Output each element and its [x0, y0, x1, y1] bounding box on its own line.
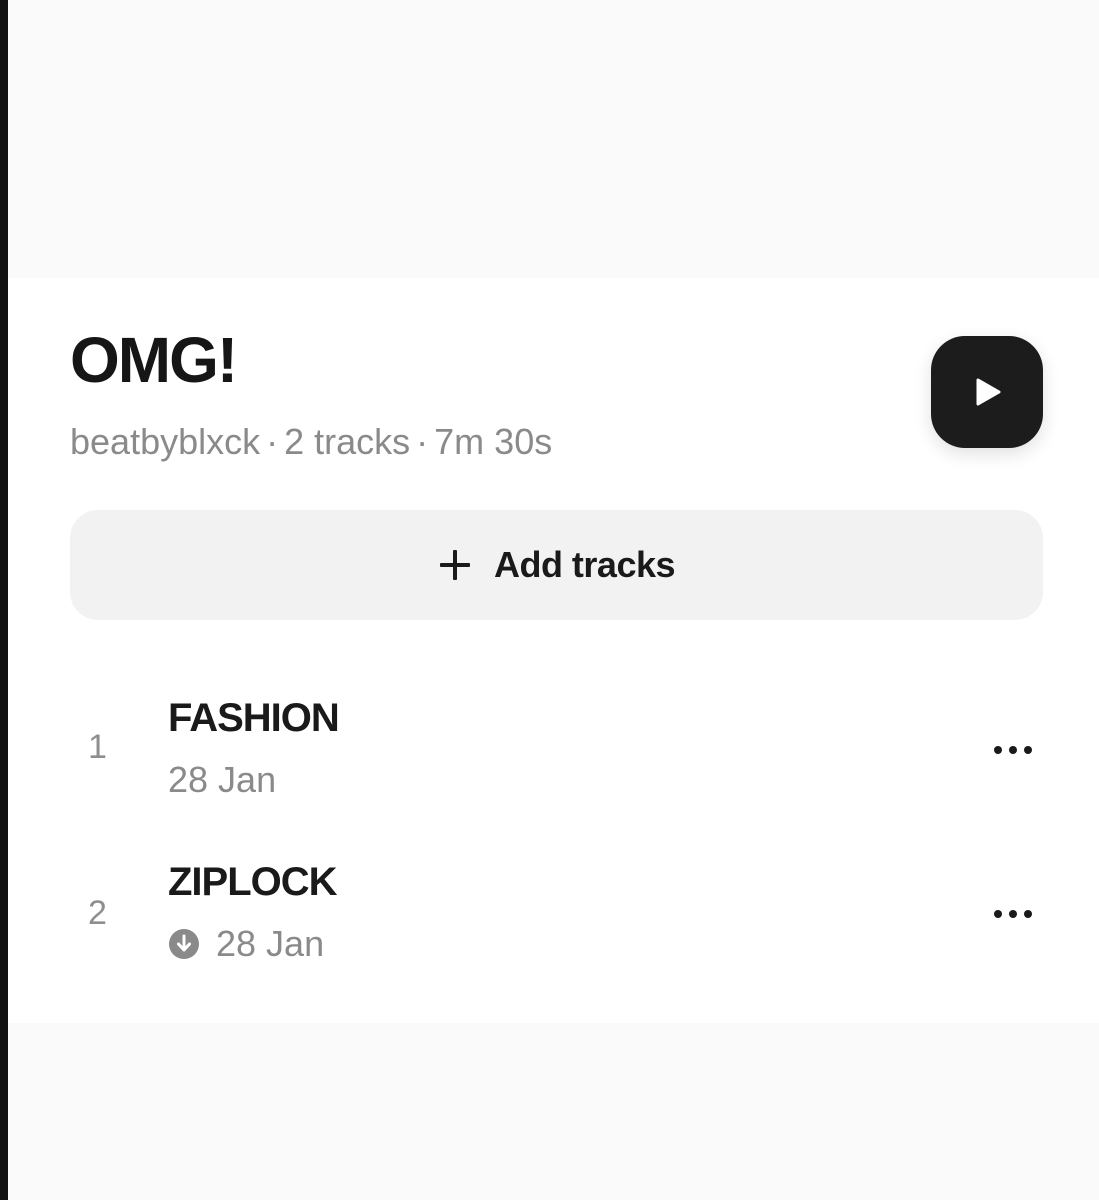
- playlist-title: OMG!: [70, 324, 238, 396]
- track-date-row: 28 Jan: [168, 762, 276, 798]
- plus-icon: [439, 550, 470, 580]
- track-date-row: 28 Jan: [168, 926, 324, 962]
- track-more-button[interactable]: [988, 730, 1038, 770]
- playlist-meta: beatbyblxck · 2 tracks · 7m 30s: [70, 424, 552, 460]
- playlist-card: OMG! beatbyblxck · 2 tracks · 7m 30s Add tra…: [8, 278, 1099, 1023]
- track-date: 28 Jan: [168, 759, 277, 800]
- track-title: ZIPLOCK: [168, 860, 338, 904]
- meta-separator: ·: [266, 421, 279, 462]
- track-date: 28 Jan: [216, 923, 325, 964]
- download-icon: [169, 929, 199, 959]
- meta-separator: ·: [416, 421, 429, 462]
- play-button[interactable]: [931, 336, 1043, 448]
- more-horizontal-icon: [994, 910, 1032, 918]
- track-more-button[interactable]: [988, 894, 1038, 934]
- track-row[interactable]: 2 ZIPLOCK 28 Jan: [8, 862, 1099, 1002]
- track-row[interactable]: 1 FASHION 28 Jan: [8, 698, 1099, 838]
- playlist-duration: 7m 30s: [434, 421, 553, 462]
- add-tracks-label: Add tracks: [493, 544, 676, 585]
- more-horizontal-icon: [994, 746, 1032, 754]
- track-number: 1: [88, 728, 107, 766]
- playlist-track-count: 2 tracks: [284, 421, 411, 462]
- track-number: 2: [88, 894, 107, 932]
- play-icon: [976, 378, 1001, 406]
- app-screen: OMG! beatbyblxck · 2 tracks · 7m 30s Add tra…: [0, 0, 1099, 1200]
- track-title: FASHION: [168, 696, 340, 740]
- screen-edge: [0, 0, 8, 1200]
- add-tracks-button[interactable]: Add tracks: [70, 510, 1043, 620]
- playlist-owner[interactable]: beatbyblxck: [70, 421, 260, 462]
